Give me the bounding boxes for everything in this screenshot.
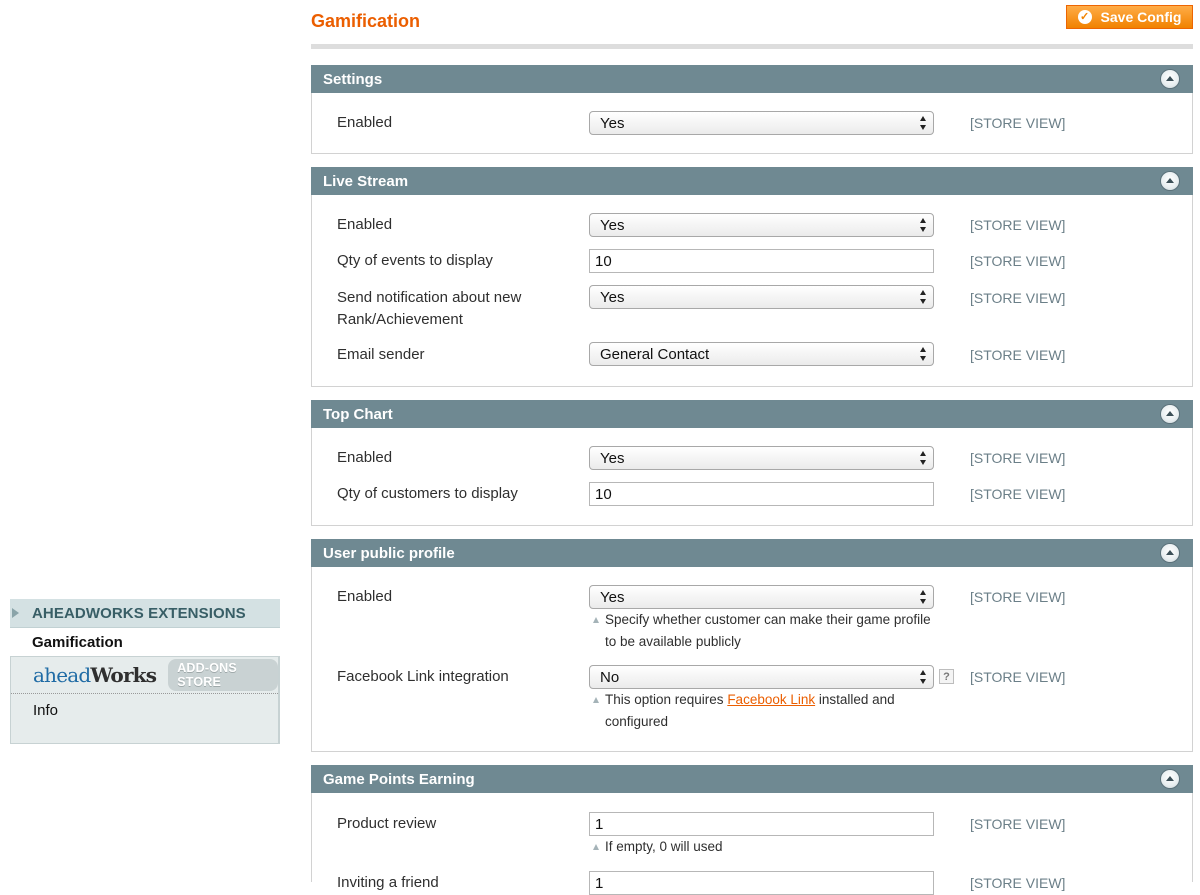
profile-enabled-select[interactable]: Yes	[589, 585, 934, 609]
scope-label: [STORE VIEW]	[970, 253, 1066, 269]
notification-select[interactable]: Yes	[589, 285, 934, 309]
section-title: Top Chart	[323, 405, 393, 423]
collapse-icon[interactable]	[1161, 70, 1179, 88]
scope-label: [STORE VIEW]	[970, 669, 1066, 685]
field-label: Enabled	[337, 216, 393, 233]
top-chart-enabled-select[interactable]: Yes	[589, 446, 934, 470]
check-icon: ✓	[1077, 10, 1092, 24]
sidebar-group-aheadworks[interactable]: AHEADWORKS EXTENSIONS	[10, 599, 280, 628]
scope-label: [STORE VIEW]	[970, 217, 1066, 233]
select-value: Yes	[600, 216, 625, 234]
field-label: Enabled	[337, 588, 393, 605]
section-body: Product review [STORE VIEW] If empty, 0 …	[311, 793, 1193, 895]
select-arrows-icon	[917, 347, 929, 361]
field-note: If empty, 0 will used	[593, 836, 953, 858]
section-header-live-stream[interactable]: Live Stream	[311, 167, 1193, 195]
scope-label: [STORE VIEW]	[970, 486, 1066, 502]
section-live-stream: Live Stream Enabled Yes [STORE VIEW] Qty…	[311, 167, 1193, 387]
section-title: Game Points Earning	[323, 770, 475, 788]
main-content: Gamification ✓ Save Config Settings Enab…	[311, 0, 1193, 895]
field-label: Send notification about new Rank/Achievem…	[337, 289, 522, 328]
sidebar-group-label: AHEADWORKS EXTENSIONS	[32, 604, 246, 622]
select-arrows-icon	[917, 116, 929, 130]
section-header-settings[interactable]: Settings	[311, 65, 1193, 93]
field-label: Product review	[337, 815, 437, 832]
inviting-friend-input[interactable]	[589, 871, 934, 895]
section-top-chart: Top Chart Enabled Yes [STORE VIEW] Qty o…	[311, 400, 1193, 526]
section-body: Enabled Yes [STORE VIEW] Specify whether…	[311, 567, 1193, 752]
scope-label: [STORE VIEW]	[970, 450, 1066, 466]
collapse-icon[interactable]	[1161, 172, 1179, 190]
field-note: This option requires Facebook Link insta…	[593, 689, 953, 733]
aheadworks-store-link[interactable]: aheadWorks ADD-ONS STORE	[11, 657, 278, 694]
help-icon[interactable]: ?	[939, 669, 954, 684]
scope-label: [STORE VIEW]	[970, 115, 1066, 131]
section-body: Enabled Yes [STORE VIEW] Qty of customer…	[311, 428, 1193, 526]
facebook-link-select[interactable]: No	[589, 665, 934, 689]
facebook-link-link[interactable]: Facebook Link	[727, 692, 815, 707]
collapse-icon[interactable]	[1161, 770, 1179, 788]
section-settings: Settings Enabled Yes [STORE VIEW]	[311, 65, 1193, 154]
email-sender-select[interactable]: General Contact	[589, 342, 934, 366]
select-arrows-icon	[917, 670, 929, 684]
settings-enabled-select[interactable]: Yes	[589, 111, 934, 135]
section-title: Settings	[323, 70, 383, 88]
section-body: Enabled Yes [STORE VIEW]	[311, 93, 1193, 154]
aheadworks-box: aheadWorks ADD-ONS STORE Info	[10, 656, 280, 744]
section-body: Enabled Yes [STORE VIEW] Qty of events t…	[311, 195, 1193, 387]
section-user-public-profile: User public profile Enabled Yes [STORE V…	[311, 539, 1193, 752]
aheadworks-logo: aheadWorks	[33, 663, 157, 687]
select-value: No	[600, 668, 620, 686]
addons-store-badge[interactable]: ADD-ONS STORE	[168, 659, 278, 691]
save-config-label: Save Config	[1100, 9, 1182, 25]
select-value: General Contact	[600, 345, 710, 363]
select-arrows-icon	[917, 290, 929, 304]
scope-label: [STORE VIEW]	[970, 589, 1066, 605]
scope-label: [STORE VIEW]	[970, 347, 1066, 363]
select-arrows-icon	[917, 590, 929, 604]
select-value: Yes	[600, 114, 625, 132]
section-game-points-earning: Game Points Earning Product review [STOR…	[311, 765, 1193, 895]
select-arrows-icon	[917, 451, 929, 465]
select-value: Yes	[600, 588, 625, 606]
section-header-top-chart[interactable]: Top Chart	[311, 400, 1193, 428]
scope-label: [STORE VIEW]	[970, 816, 1066, 832]
page-title: Gamification	[311, 11, 421, 31]
section-title: User public profile	[323, 544, 455, 562]
select-value: Yes	[600, 288, 625, 306]
collapse-icon[interactable]	[1161, 544, 1179, 562]
note-arrow-icon	[593, 697, 599, 703]
section-header-game-points[interactable]: Game Points Earning	[311, 765, 1193, 793]
note-arrow-icon	[593, 617, 599, 623]
section-header-user-profile[interactable]: User public profile	[311, 539, 1193, 567]
scope-label: [STORE VIEW]	[970, 875, 1066, 891]
select-arrows-icon	[917, 218, 929, 232]
field-label: Qty of customers to display	[337, 485, 518, 502]
field-label: Qty of events to display	[337, 252, 493, 269]
sidebar-item-info[interactable]: Info	[11, 694, 278, 726]
scope-label: [STORE VIEW]	[970, 290, 1066, 306]
save-config-button[interactable]: ✓ Save Config	[1066, 5, 1193, 29]
product-review-input[interactable]	[589, 812, 934, 836]
field-label: Enabled	[337, 114, 393, 131]
section-title: Live Stream	[323, 172, 409, 190]
field-note: Specify whether customer can make their …	[593, 609, 953, 653]
triangle-right-icon	[12, 608, 19, 618]
live-stream-enabled-select[interactable]: Yes	[589, 213, 934, 237]
qty-customers-input[interactable]	[589, 482, 934, 506]
qty-events-input[interactable]	[589, 249, 934, 273]
select-value: Yes	[600, 449, 625, 467]
page-header: Gamification ✓ Save Config	[311, 0, 1193, 49]
field-label: Facebook Link integration	[337, 668, 509, 685]
field-label: Inviting a friend	[337, 874, 439, 891]
collapse-icon[interactable]	[1161, 405, 1179, 423]
field-label: Email sender	[337, 346, 425, 363]
sidebar-item-gamification[interactable]: Gamification	[10, 628, 280, 656]
sidebar: AHEADWORKS EXTENSIONS Gamification ahead…	[10, 599, 280, 744]
note-arrow-icon	[593, 844, 599, 850]
field-label: Enabled	[337, 449, 393, 466]
